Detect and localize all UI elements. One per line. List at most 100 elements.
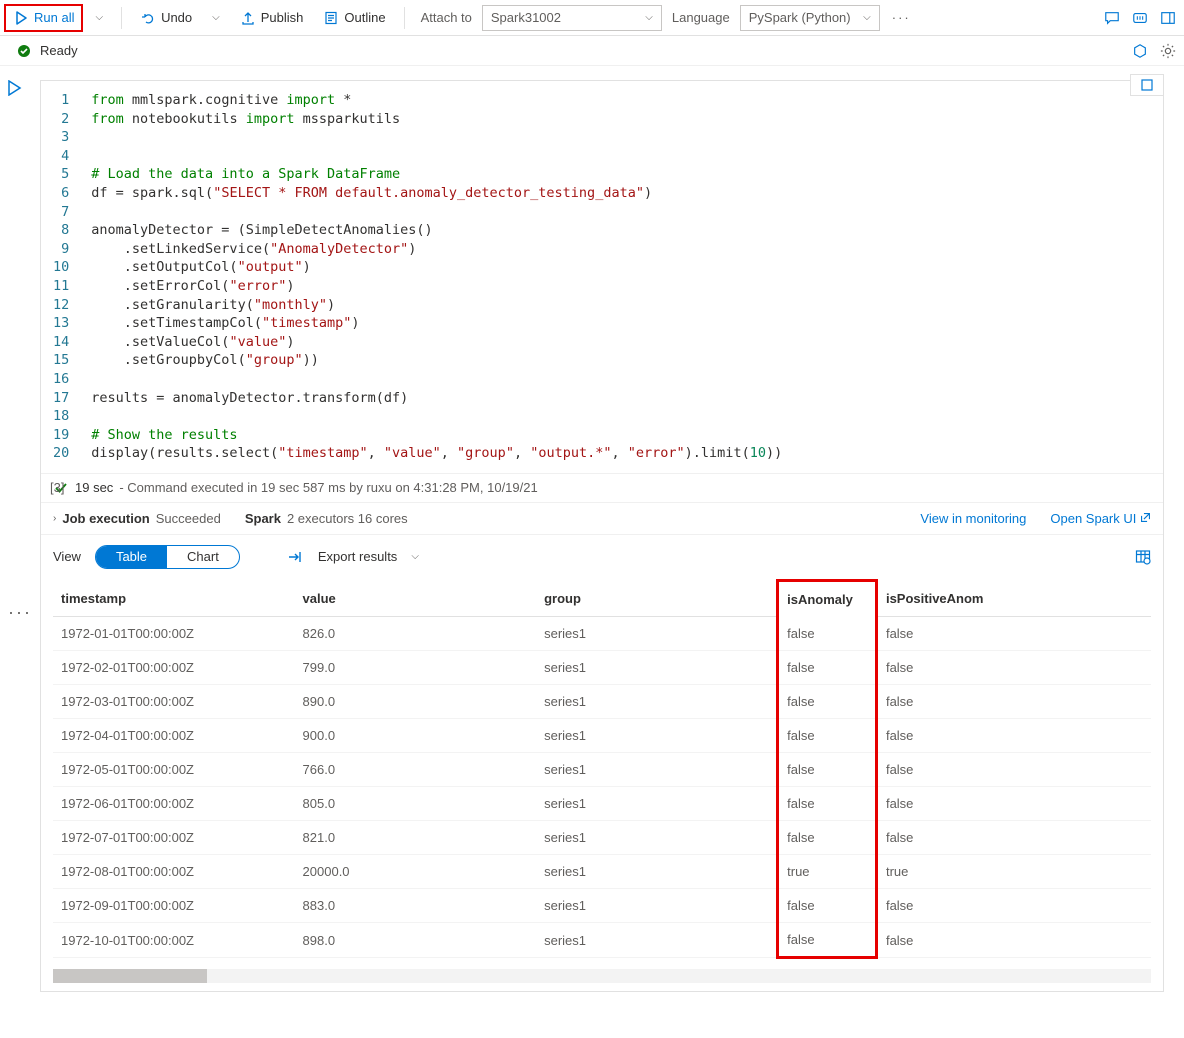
- table-cell: 1972-10-01T00:00:00Z: [53, 923, 295, 958]
- comment-icon[interactable]: [1104, 10, 1120, 26]
- attach-to-label: Attach to: [415, 10, 478, 25]
- publish-label: Publish: [261, 10, 304, 25]
- table-cell: series1: [536, 651, 778, 685]
- table-cell: series1: [536, 617, 778, 651]
- cell-area: ··· 1234567891011121314151617181920 from…: [0, 66, 1184, 1002]
- column-header[interactable]: timestamp: [53, 580, 295, 617]
- undo-button[interactable]: Undo: [132, 4, 200, 32]
- variables-icon[interactable]: [1132, 10, 1148, 26]
- table-row: 1972-09-01T00:00:00Z883.0series1falsefal…: [53, 889, 1151, 923]
- gear-icon[interactable]: [1160, 43, 1176, 59]
- run-all-dropdown[interactable]: ⌵: [87, 4, 111, 32]
- table-cell: 900.0: [295, 719, 537, 753]
- table-cell: 890.0: [295, 685, 537, 719]
- table-cell: series1: [536, 923, 778, 958]
- table-cell: true: [778, 855, 877, 889]
- table-toggle[interactable]: Table: [96, 546, 167, 568]
- table-row: 1972-05-01T00:00:00Z766.0series1falsefal…: [53, 753, 1151, 787]
- table-cell: 1972-07-01T00:00:00Z: [53, 821, 295, 855]
- column-header[interactable]: isPositiveAnom: [876, 580, 1151, 617]
- attach-to-select[interactable]: Spark31002 ⌵: [482, 5, 662, 31]
- collapse-icon[interactable]: [1139, 77, 1155, 93]
- chevron-down-icon: ⌵: [863, 12, 871, 23]
- cell-gutter: [6, 80, 22, 96]
- chevron-right-icon: ›: [53, 513, 56, 524]
- table-cell: 883.0: [295, 889, 537, 923]
- table-cell: false: [778, 651, 877, 685]
- spark-detail: 2 executors 16 cores: [287, 511, 408, 526]
- table-cell: series1: [536, 685, 778, 719]
- more-actions-button[interactable]: ···: [884, 4, 919, 32]
- column-header[interactable]: group: [536, 580, 778, 617]
- table-cell: 1972-06-01T00:00:00Z: [53, 787, 295, 821]
- results-table: timestampvaluegroupisAnomalyisPositiveAn…: [53, 579, 1151, 960]
- chevron-down-icon: ⌵: [95, 12, 103, 23]
- table-cell: series1: [536, 719, 778, 753]
- table-row: 1972-08-01T00:00:00Z20000.0series1truetr…: [53, 855, 1151, 889]
- language-label: Language: [666, 10, 736, 25]
- exec-time: 19 sec: [75, 480, 113, 495]
- undo-dropdown[interactable]: ⌵: [204, 4, 228, 32]
- hexagon-icon[interactable]: [1132, 43, 1148, 59]
- table-cell: series1: [536, 753, 778, 787]
- table-cell: 1972-08-01T00:00:00Z: [53, 855, 295, 889]
- horizontal-scrollbar[interactable]: [53, 969, 1151, 983]
- table-row: 1972-10-01T00:00:00Z898.0series1falsefal…: [53, 923, 1151, 958]
- table-cell: false: [778, 923, 877, 958]
- export-icon: [288, 549, 304, 565]
- table-cell: false: [778, 753, 877, 787]
- code-source[interactable]: from mmlspark.cognitive import * from no…: [91, 91, 782, 463]
- outline-label: Outline: [344, 10, 385, 25]
- run-all-label: Run all: [34, 10, 74, 25]
- toolbar: Run all ⌵ Undo ⌵ Publish Outline Attach …: [0, 0, 1184, 36]
- code-cell[interactable]: 1234567891011121314151617181920 from mml…: [40, 80, 1164, 992]
- outline-icon: [323, 10, 339, 26]
- chevron-down-icon: ⌵: [645, 12, 653, 23]
- table-cell: 1972-04-01T00:00:00Z: [53, 719, 295, 753]
- run-all-button[interactable]: Run all: [4, 4, 83, 32]
- table-row: 1972-01-01T00:00:00Z826.0series1falsefal…: [53, 617, 1151, 651]
- toolbar-right: [1104, 10, 1176, 26]
- table-cell: false: [876, 753, 1151, 787]
- ellipsis-icon: ···: [892, 10, 911, 25]
- publish-button[interactable]: Publish: [232, 4, 312, 32]
- table-cell: 826.0: [295, 617, 537, 651]
- cell-more-icon[interactable]: ···: [8, 602, 32, 623]
- table-cell: series1: [536, 889, 778, 923]
- job-state: Succeeded: [156, 511, 221, 526]
- separator: [121, 7, 122, 29]
- statusbar-right: [1132, 43, 1176, 59]
- view-label: View: [53, 549, 81, 564]
- export-results-button[interactable]: Export results: [318, 549, 397, 564]
- column-header[interactable]: value: [295, 580, 537, 617]
- table-cell: false: [778, 889, 877, 923]
- line-numbers: 1234567891011121314151617181920: [49, 91, 91, 463]
- play-icon: [13, 10, 29, 26]
- column-header[interactable]: isAnomaly: [778, 580, 877, 617]
- scrollbar-thumb[interactable]: [53, 969, 207, 983]
- publish-icon: [240, 10, 256, 26]
- job-execution-label: Job execution: [62, 511, 149, 526]
- table-cell: false: [876, 787, 1151, 821]
- language-value: PySpark (Python): [749, 10, 851, 25]
- table-cell: false: [778, 787, 877, 821]
- execution-status: [3] 19 sec - Command executed in 19 sec …: [41, 473, 1163, 502]
- undo-icon: [140, 10, 156, 26]
- table-cell: false: [876, 651, 1151, 685]
- table-cell: false: [778, 719, 877, 753]
- language-select[interactable]: PySpark (Python) ⌵: [740, 5, 880, 31]
- table-settings-icon[interactable]: [1135, 549, 1151, 565]
- job-execution-row[interactable]: › Job execution Succeeded Spark 2 execut…: [41, 502, 1163, 534]
- chart-toggle[interactable]: Chart: [167, 546, 239, 568]
- run-cell-icon[interactable]: [6, 80, 22, 96]
- table-cell: false: [778, 821, 877, 855]
- panel-icon[interactable]: [1160, 10, 1176, 26]
- view-monitoring-link[interactable]: View in monitoring: [920, 511, 1026, 526]
- ready-icon: [16, 43, 32, 59]
- outline-button[interactable]: Outline: [315, 4, 393, 32]
- exec-detail: - Command executed in 19 sec 587 ms by r…: [119, 480, 537, 495]
- view-toolbar: View Table Chart Export results ⌵: [41, 534, 1163, 579]
- table-cell: false: [876, 821, 1151, 855]
- open-spark-ui-link[interactable]: Open Spark UI: [1050, 511, 1151, 526]
- table-cell: false: [778, 617, 877, 651]
